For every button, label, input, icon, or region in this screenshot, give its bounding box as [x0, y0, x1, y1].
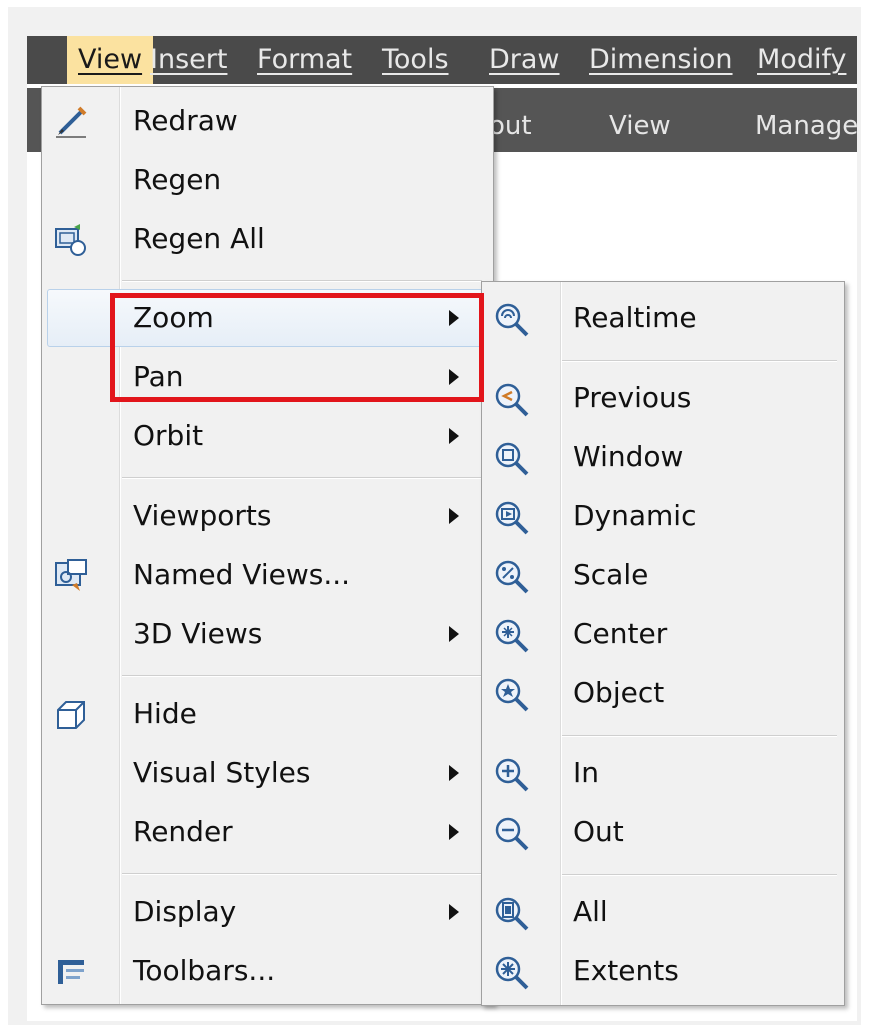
zoom-object-icon: [495, 678, 529, 712]
menu-view[interactable]: View: [67, 36, 154, 84]
menu-item-label: Viewports: [133, 499, 272, 532]
menu-item-label: Regen All: [133, 222, 265, 255]
pencil-icon: [56, 106, 87, 138]
zoom-realtime-icon: [495, 303, 529, 337]
ribbon-tab-manage[interactable]: Manage: [755, 88, 858, 152]
toolbars-icon: [58, 960, 84, 984]
zoom-item-label: Object: [573, 676, 665, 709]
zoom-item-label: Center: [573, 617, 668, 650]
zoom-item-scale[interactable]: Scale: [482, 547, 844, 603]
submenu-separator: [562, 874, 837, 876]
submenu-separator: [562, 735, 837, 737]
menu-item-redraw[interactable]: Redraw: [42, 93, 493, 149]
zoom-item-previous[interactable]: Previous: [482, 370, 844, 426]
regen-all-icon: [55, 224, 86, 256]
menu-item-regen[interactable]: Regen: [42, 152, 493, 208]
menu-item-render[interactable]: Render: [42, 804, 493, 860]
ribbon-tab-view[interactable]: View: [609, 88, 671, 152]
menu-item-label: Named Views...: [133, 558, 351, 591]
zoom-item-object[interactable]: Object: [482, 665, 844, 721]
menu-item-toolbars[interactable]: Toolbars...: [42, 943, 493, 999]
menu-item-label: Redraw: [133, 104, 238, 137]
zoom-item-extents[interactable]: Extents: [482, 943, 844, 999]
menu-tools[interactable]: Tools: [382, 36, 449, 84]
zoom-all-icon: [495, 897, 529, 931]
menu-item-3d-views[interactable]: 3D Views: [42, 606, 493, 662]
menu-item-display[interactable]: Display: [42, 884, 493, 940]
zoom-in-icon: [495, 758, 529, 792]
zoom-item-window[interactable]: Window: [482, 429, 844, 485]
zoom-dynamic-icon: [495, 501, 529, 535]
zoom-submenu: Realtime Previous Window Dynamic Scale C…: [481, 281, 845, 1006]
menu-separator: [122, 280, 482, 282]
zoom-item-out[interactable]: Out: [482, 804, 844, 860]
submenu-arrow-icon: [449, 824, 459, 840]
zoom-previous-icon: [495, 383, 529, 417]
cube-icon: [57, 701, 85, 729]
ribbon-tab-layout[interactable]: out: [489, 88, 532, 152]
view-menu-dropdown: Redraw Regen Regen All Zoom Pan Orbit Vi…: [41, 86, 494, 1005]
menu-separator: [122, 477, 482, 479]
zoom-item-label: Dynamic: [573, 499, 697, 532]
zoom-item-realtime[interactable]: Realtime: [482, 290, 844, 346]
menu-item-label: 3D Views: [133, 617, 263, 650]
menu-item-viewports[interactable]: Viewports: [42, 488, 493, 544]
zoom-scale-icon: [495, 560, 529, 594]
zoom-item-dynamic[interactable]: Dynamic: [482, 488, 844, 544]
zoom-item-label: All: [573, 895, 608, 928]
submenu-arrow-icon: [449, 626, 459, 642]
menu-bar: View Insert Format Tools Draw Dimension …: [27, 36, 857, 84]
menu-item-label: Regen: [133, 163, 222, 196]
zoom-out-icon: [495, 817, 529, 851]
annotation-highlight-box: [110, 293, 484, 402]
menu-item-orbit[interactable]: Orbit: [42, 408, 493, 464]
menu-item-regen-all[interactable]: Regen All: [42, 211, 493, 267]
menu-item-label: Toolbars...: [133, 954, 276, 987]
menu-item-hide[interactable]: Hide: [42, 686, 493, 742]
zoom-item-label: Scale: [573, 558, 649, 591]
menu-item-label: Display: [133, 895, 237, 928]
menu-item-visual-styles[interactable]: Visual Styles: [42, 745, 493, 801]
zoom-item-label: Previous: [573, 381, 692, 414]
named-views-icon: [55, 559, 87, 591]
zoom-window-icon: [495, 442, 529, 476]
menu-format[interactable]: Format: [257, 36, 352, 84]
menu-item-named-views[interactable]: Named Views...: [42, 547, 493, 603]
zoom-item-label: Extents: [573, 954, 679, 987]
menu-draw[interactable]: Draw: [489, 36, 560, 84]
submenu-separator: [562, 360, 837, 362]
menu-separator: [122, 675, 482, 677]
zoom-item-label: Window: [573, 440, 684, 473]
menu-item-label: Visual Styles: [133, 756, 311, 789]
menu-insert[interactable]: Insert: [150, 36, 227, 84]
zoom-item-label: In: [573, 756, 600, 789]
submenu-arrow-icon: [449, 508, 459, 524]
menu-modify[interactable]: Modify: [757, 36, 846, 84]
zoom-item-all[interactable]: All: [482, 884, 844, 940]
menu-separator: [122, 873, 482, 875]
menu-item-label: Render: [133, 815, 233, 848]
zoom-item-in[interactable]: In: [482, 745, 844, 801]
submenu-arrow-icon: [449, 428, 459, 444]
submenu-arrow-icon: [449, 765, 459, 781]
submenu-arrow-icon: [449, 904, 459, 920]
menu-item-label: Hide: [133, 697, 197, 730]
menu-dimension[interactable]: Dimension: [589, 36, 733, 84]
zoom-item-label: Realtime: [573, 301, 697, 334]
zoom-item-center[interactable]: Center: [482, 606, 844, 662]
menu-item-label: Orbit: [133, 419, 204, 452]
zoom-item-label: Out: [573, 815, 624, 848]
zoom-center-icon: [495, 619, 529, 653]
zoom-extents-icon: [495, 956, 529, 990]
